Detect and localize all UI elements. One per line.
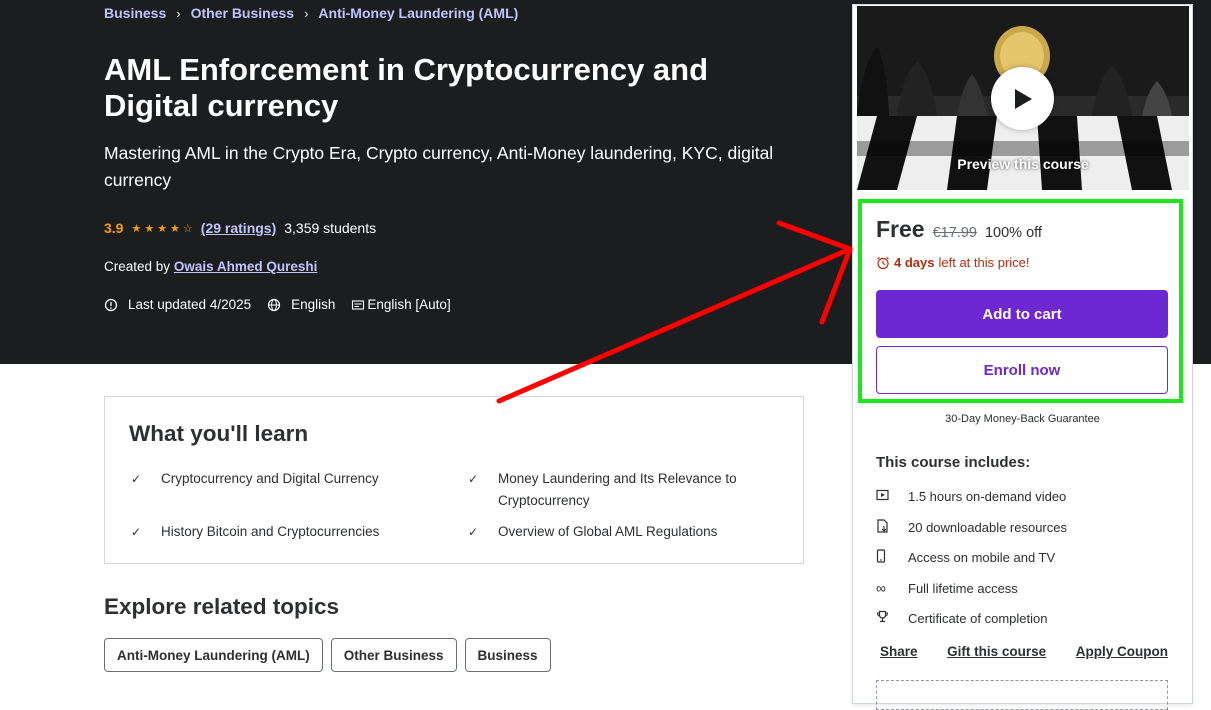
play-icon bbox=[1014, 88, 1032, 109]
video-icon bbox=[876, 489, 908, 504]
rating-row: 3.9 ★★★★☆ (29 ratings) 3,359 students bbox=[104, 220, 376, 236]
captions: English [Auto] bbox=[367, 297, 451, 312]
topic-aml[interactable]: Anti-Money Laundering (AML) bbox=[104, 638, 323, 672]
money-back-guarantee: 30-Day Money-Back Guarantee bbox=[945, 413, 1100, 425]
includes-item: Access on mobile and TV bbox=[876, 549, 1055, 566]
star-rating-icon: ★★★★☆ bbox=[131, 222, 196, 235]
breadcrumb-item-business[interactable]: Business bbox=[104, 5, 166, 21]
learn-item: ✓ History Bitcoin and Cryptocurrencies bbox=[129, 521, 439, 543]
infinity-icon: ∞ bbox=[876, 580, 886, 596]
check-icon: ✓ bbox=[468, 525, 479, 539]
play-button[interactable] bbox=[991, 67, 1054, 130]
alert-badge-icon bbox=[104, 298, 118, 311]
ratings-count-link[interactable]: (29 ratings) bbox=[201, 220, 276, 236]
learn-item: ✓ Overview of Global AML Regulations bbox=[466, 521, 766, 543]
includes-title: This course includes: bbox=[876, 454, 1031, 471]
language: English bbox=[291, 297, 336, 312]
captions-icon bbox=[352, 299, 365, 310]
gift-course-link[interactable]: Gift this course bbox=[947, 644, 1046, 659]
course-preview-video[interactable]: Preview this course bbox=[857, 6, 1189, 190]
rating-value: 3.9 bbox=[104, 220, 124, 236]
course-subtitle: Mastering AML in the Crypto Era, Crypto … bbox=[104, 143, 774, 190]
includes-item: ∞ Full lifetime access bbox=[876, 580, 1018, 596]
learn-item-text: Money Laundering and Its Relevance to Cr… bbox=[498, 471, 737, 508]
coupon-box bbox=[876, 680, 1168, 710]
what-youll-learn-box: What you'll learn ✓ Cryptocurrency and D… bbox=[104, 396, 804, 564]
check-icon: ✓ bbox=[468, 472, 479, 486]
sidebar-links: Share Gift this course Apply Coupon bbox=[880, 644, 1168, 659]
breadcrumb-item-other-business[interactable]: Other Business bbox=[191, 5, 294, 21]
preview-label: Preview this course bbox=[957, 156, 1089, 172]
learn-item: ✓ Cryptocurrency and Digital Currency bbox=[129, 468, 439, 490]
created-by-label: Created by bbox=[104, 259, 171, 274]
topic-other-business[interactable]: Other Business bbox=[330, 638, 457, 672]
includes-item: 20 downloadable resources bbox=[876, 519, 1067, 536]
last-updated: Last updated 4/2025 bbox=[128, 297, 252, 312]
author-link[interactable]: Owais Ahmed Qureshi bbox=[174, 259, 318, 274]
highlight-box bbox=[858, 199, 1183, 403]
includes-item: Certificate of completion bbox=[876, 610, 1047, 626]
topic-business[interactable]: Business bbox=[464, 638, 551, 672]
learn-item-text: History Bitcoin and Cryptocurrencies bbox=[161, 524, 380, 539]
learn-item-text: Cryptocurrency and Digital Currency bbox=[161, 471, 379, 486]
apply-coupon-link[interactable]: Apply Coupon bbox=[1076, 644, 1168, 659]
file-download-icon bbox=[876, 519, 908, 536]
includes-item: 1.5 hours on-demand video bbox=[876, 489, 1066, 504]
learn-item-text: Overview of Global AML Regulations bbox=[498, 524, 718, 539]
check-icon: ✓ bbox=[131, 472, 142, 486]
trophy-icon bbox=[876, 610, 908, 626]
student-count: 3,359 students bbox=[284, 220, 377, 236]
course-title: AML Enforcement in Cryptocurrency and Di… bbox=[104, 52, 709, 123]
breadcrumb: Business › Other Business › Anti-Money L… bbox=[104, 5, 518, 21]
chevron-right-icon: › bbox=[304, 5, 309, 21]
mobile-icon bbox=[876, 549, 908, 566]
what-youll-learn-title: What you'll learn bbox=[129, 421, 309, 446]
breadcrumb-item-aml[interactable]: Anti-Money Laundering (AML) bbox=[318, 5, 518, 21]
learn-item: ✓ Money Laundering and Its Relevance to … bbox=[466, 468, 766, 512]
check-icon: ✓ bbox=[131, 525, 142, 539]
explore-topics-title: Explore related topics bbox=[104, 594, 340, 619]
share-link[interactable]: Share bbox=[880, 644, 918, 659]
course-meta: Last updated 4/2025 English English [Aut… bbox=[104, 297, 467, 312]
related-topics: Anti-Money Laundering (AML) Other Busine… bbox=[104, 638, 551, 672]
created-by: Created by Owais Ahmed Qureshi bbox=[104, 259, 317, 274]
globe-icon bbox=[268, 298, 281, 311]
chevron-right-icon: › bbox=[176, 5, 181, 21]
